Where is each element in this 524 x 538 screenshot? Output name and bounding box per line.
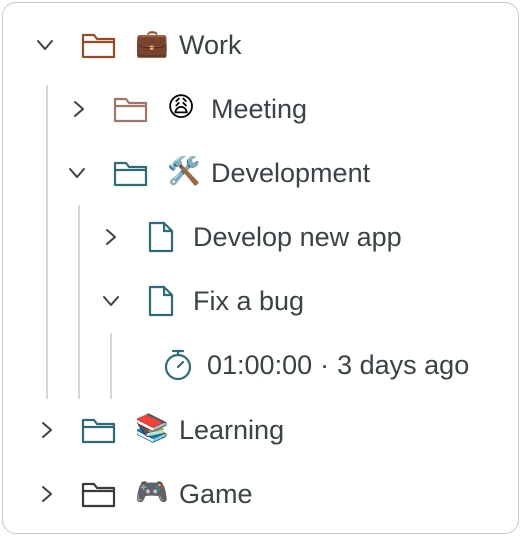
chevron-right-icon[interactable] <box>69 99 89 119</box>
folder-icon <box>81 416 117 444</box>
tree-item-label[interactable]: Learning <box>179 414 284 446</box>
time-entry-text: 01:00:00 · 3 days ago <box>207 349 469 381</box>
books-icon: 📚 <box>135 413 169 444</box>
chevron-right-icon[interactable] <box>37 420 57 440</box>
tree-item-game[interactable]: 🎮 Game <box>3 472 518 516</box>
document-icon <box>147 221 175 253</box>
tree-item-fix-a-bug[interactable]: Fix a bug <box>3 279 518 323</box>
briefcase-icon: 💼 <box>135 28 169 59</box>
tree-item-label[interactable]: Game <box>179 478 253 510</box>
folder-icon <box>113 95 149 123</box>
tree-item-learning[interactable]: 📚 Learning <box>3 408 518 452</box>
chevron-right-icon[interactable] <box>37 484 57 504</box>
time-entry[interactable]: 01:00:00 · 3 days ago <box>3 343 518 387</box>
chevron-right-icon[interactable] <box>101 227 121 247</box>
tree-item-label[interactable]: Develop new app <box>193 221 402 253</box>
duration: 01:00:00 <box>207 350 313 380</box>
chevron-down-icon[interactable] <box>35 35 55 55</box>
separator: · <box>320 350 330 380</box>
tree-item-develop-new-app[interactable]: Develop new app <box>3 215 518 259</box>
tree-item-development[interactable]: 🛠️ Development <box>3 151 518 195</box>
tree-item-label[interactable]: Development <box>211 157 370 189</box>
document-icon <box>147 285 175 317</box>
tree-panel: 💼 Work 😩 Meeting 🛠️ Development Develop … <box>2 2 519 534</box>
tools-icon: 🛠️ <box>167 156 201 187</box>
stopwatch-icon <box>161 348 195 382</box>
tree-item-label[interactable]: Work <box>179 29 242 61</box>
folder-icon <box>113 159 149 187</box>
tree-item-label[interactable]: Fix a bug <box>193 285 304 317</box>
weary-face-icon: 😩 <box>167 92 196 123</box>
tree-item-work[interactable]: 💼 Work <box>3 23 518 67</box>
chevron-down-icon[interactable] <box>67 163 87 183</box>
chevron-down-icon[interactable] <box>101 291 121 311</box>
folder-icon <box>81 31 117 59</box>
folder-icon <box>81 480 117 508</box>
tree-item-label[interactable]: Meeting <box>211 93 307 125</box>
relative-time: 3 days ago <box>337 350 470 380</box>
game-controller-icon: 🎮 <box>135 477 169 508</box>
tree-item-meeting[interactable]: 😩 Meeting <box>3 87 518 131</box>
